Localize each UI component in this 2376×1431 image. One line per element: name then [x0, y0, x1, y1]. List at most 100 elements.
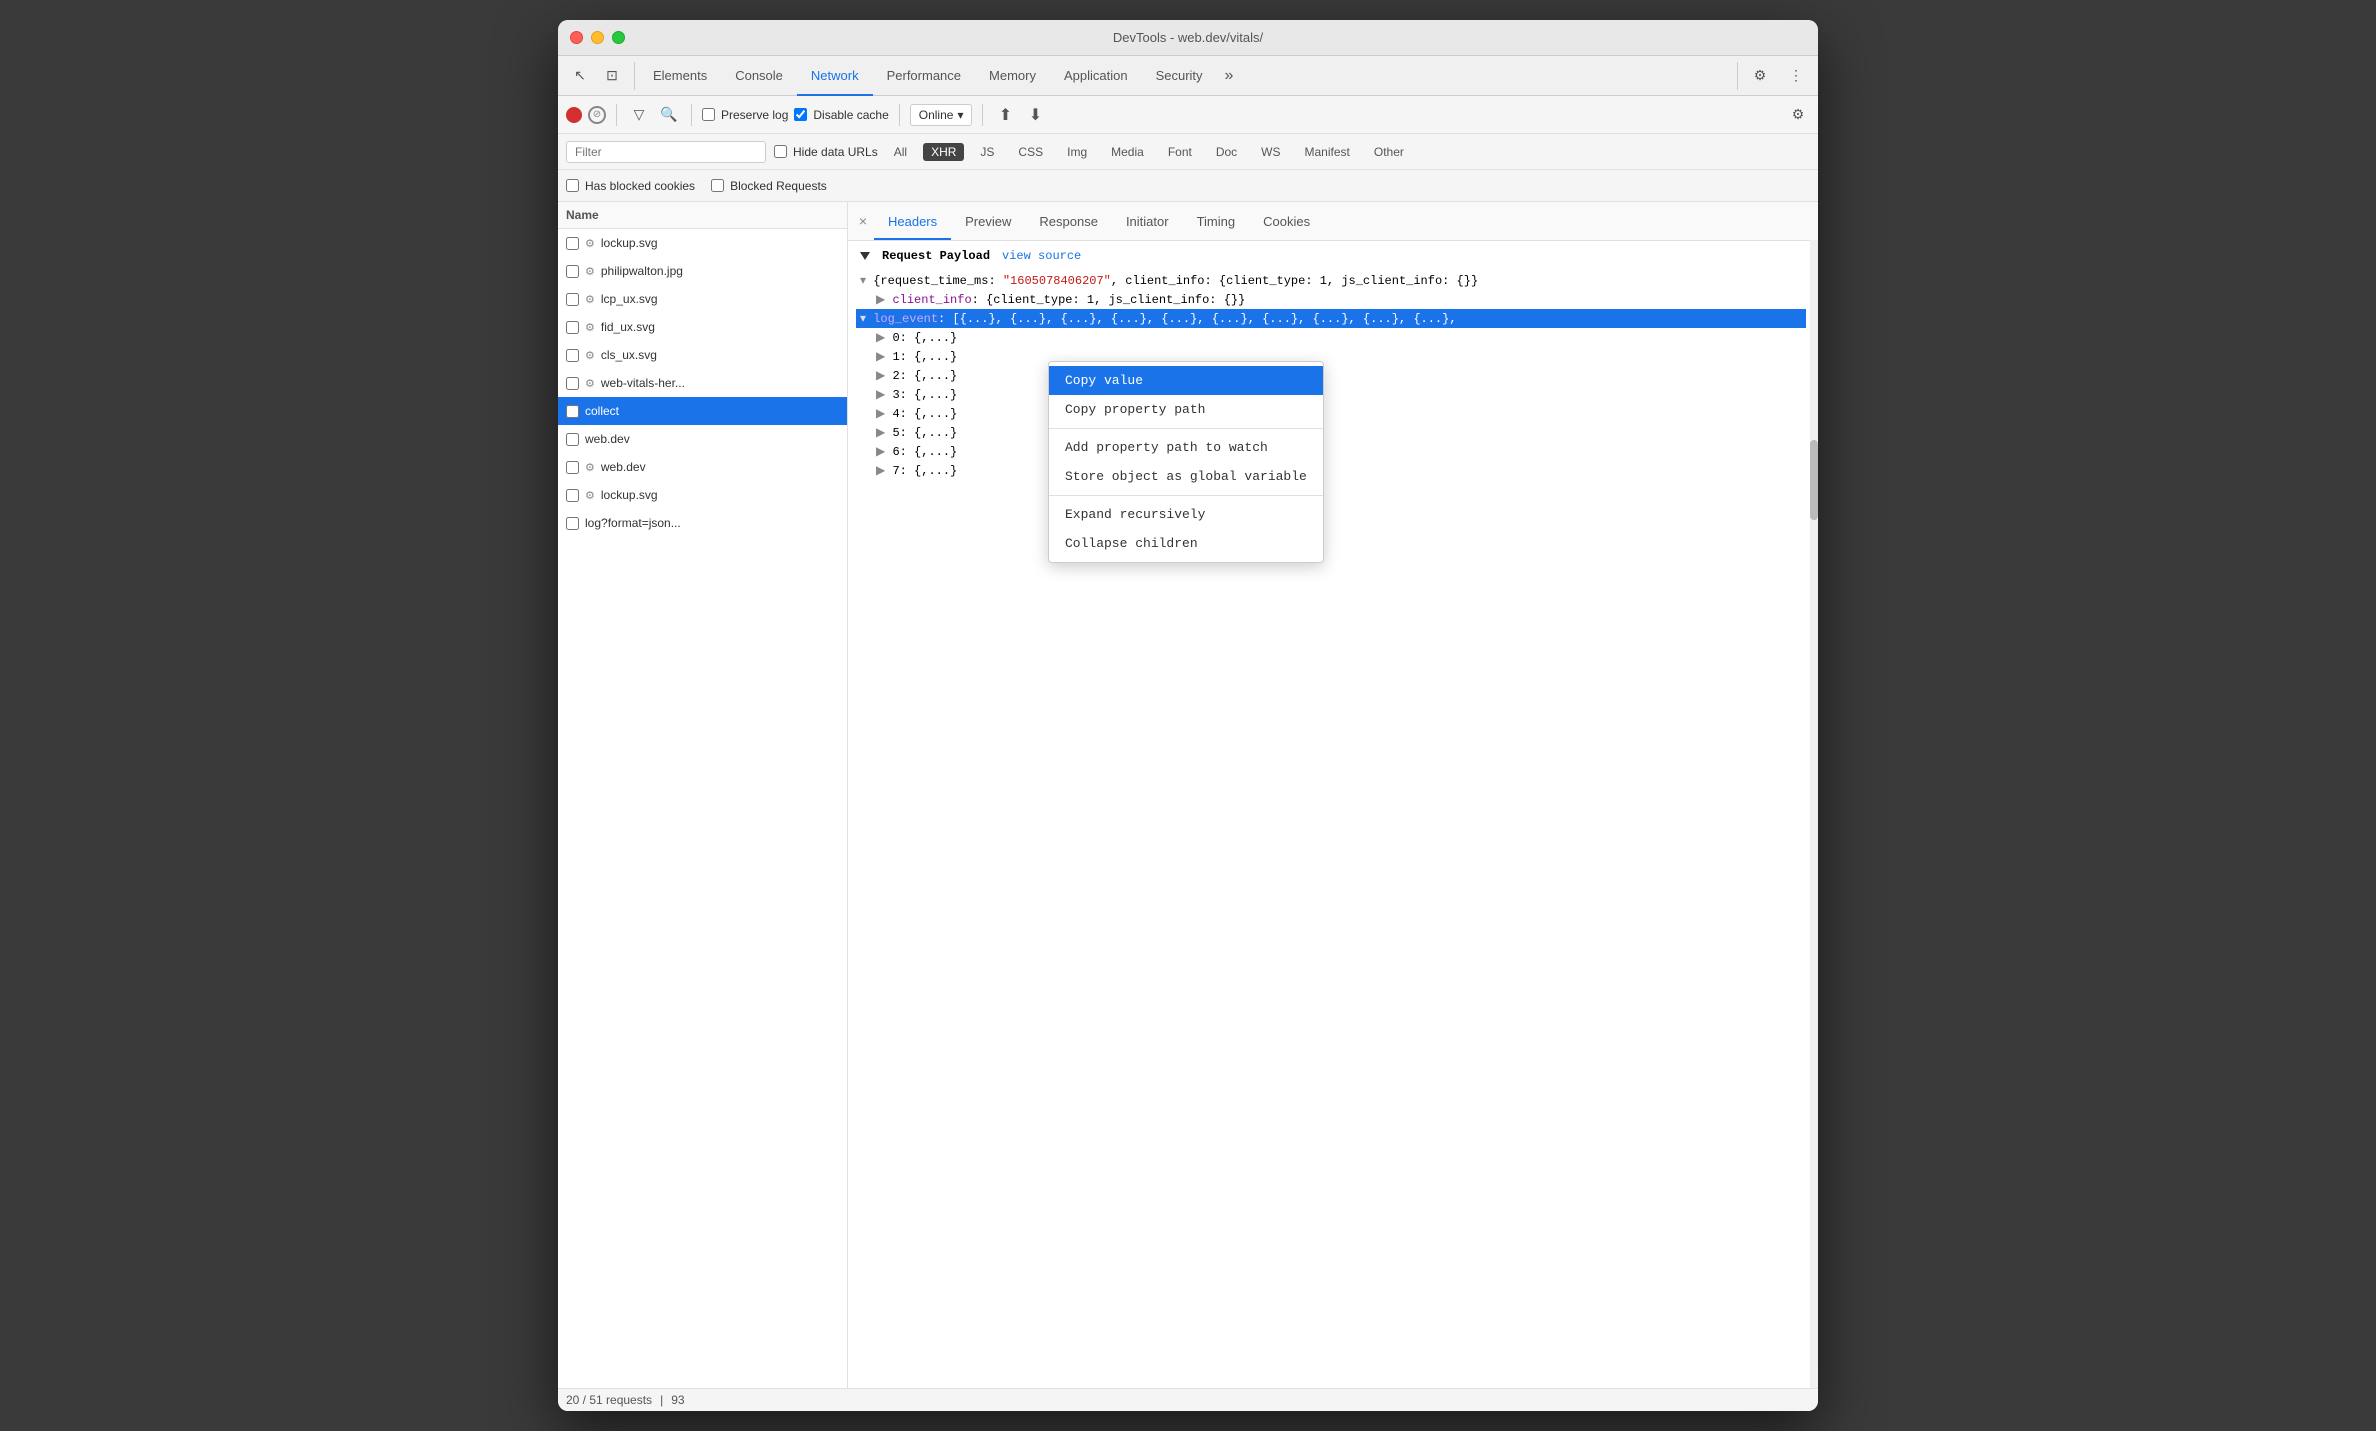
list-item[interactable]: lockup.svg [558, 481, 847, 509]
tab-elements[interactable]: Elements [639, 56, 721, 96]
context-menu-copy-path[interactable]: Copy property path [1049, 395, 1323, 424]
filter-type-manifest[interactable]: Manifest [1297, 143, 1358, 161]
filter-type-xhr[interactable]: XHR [923, 143, 964, 161]
scrollbar-track [1810, 240, 1818, 1388]
file-checkbox[interactable] [566, 461, 579, 474]
list-item[interactable]: philipwalton.jpg [558, 257, 847, 285]
download-icon[interactable]: ⬇ [1023, 103, 1047, 127]
close-button[interactable] [570, 31, 583, 44]
tab-network[interactable]: Network [797, 56, 873, 96]
filter-type-css[interactable]: CSS [1010, 143, 1051, 161]
scrollbar-thumb[interactable] [1810, 440, 1818, 520]
file-checkbox[interactable] [566, 377, 579, 390]
list-item[interactable]: log?format=json... [558, 509, 847, 537]
disable-cache-checkbox[interactable] [794, 108, 807, 121]
upload-icon[interactable]: ⬆ [993, 103, 1017, 127]
tab-initiator[interactable]: Initiator [1112, 202, 1183, 240]
json-item-4[interactable]: ▶ 4: {,...} [876, 404, 1806, 423]
preserve-log-label: Preserve log [721, 108, 788, 122]
list-item[interactable]: lcp_ux.svg [558, 285, 847, 313]
file-checkbox[interactable] [566, 433, 579, 446]
tab-headers[interactable]: Headers [874, 202, 951, 240]
toolbar-icon-group: ↖ ⊡ [566, 62, 635, 90]
record-button[interactable] [566, 107, 582, 123]
gear-icon [585, 489, 595, 502]
blocked-cookies-checkbox[interactable] [566, 179, 579, 192]
settings-icon[interactable]: ⚙ [1746, 62, 1774, 90]
file-checkbox[interactable] [566, 405, 579, 418]
file-checkbox[interactable] [566, 349, 579, 362]
minimize-button[interactable] [591, 31, 604, 44]
list-item[interactable]: web.dev [558, 425, 847, 453]
json-item-7[interactable]: ▶ 7: {,...} [876, 461, 1806, 480]
json-root-line[interactable]: ▾ {request_time_ms: "1605078406207", cli… [860, 271, 1806, 290]
close-panel-button[interactable]: × [852, 202, 874, 240]
tab-security[interactable]: Security [1142, 56, 1217, 96]
hide-data-urls-label[interactable]: Hide data URLs [774, 145, 878, 159]
online-dropdown[interactable]: Online ▾ [910, 104, 973, 126]
list-item[interactable]: fid_ux.svg [558, 313, 847, 341]
json-item-5[interactable]: ▶ 5: {,...} [876, 423, 1806, 442]
list-item[interactable]: web.dev [558, 453, 847, 481]
hide-data-urls-checkbox[interactable] [774, 145, 787, 158]
blocked-cookies-label[interactable]: Has blocked cookies [566, 179, 695, 193]
filter-type-ws[interactable]: WS [1253, 143, 1288, 161]
filter-type-img[interactable]: Img [1059, 143, 1095, 161]
json-client-info-line[interactable]: ▶ client_info: {client_type: 1, js_clien… [876, 290, 1806, 309]
clear-button[interactable]: ⊘ [588, 106, 606, 124]
filter-type-media[interactable]: Media [1103, 143, 1152, 161]
context-menu-copy-value[interactable]: Copy value [1049, 366, 1323, 395]
preserve-log-checkbox-label[interactable]: Preserve log [702, 108, 788, 122]
json-item-6[interactable]: ▶ 6: {,...} [876, 442, 1806, 461]
file-checkbox[interactable] [566, 293, 579, 306]
file-checkbox[interactable] [566, 321, 579, 334]
filter-type-font[interactable]: Font [1160, 143, 1200, 161]
tab-application[interactable]: Application [1050, 56, 1142, 96]
blocked-requests-label[interactable]: Blocked Requests [711, 179, 827, 193]
list-item[interactable]: collect [558, 397, 847, 425]
network-settings-icon[interactable]: ⚙ [1786, 103, 1810, 127]
layers-icon[interactable]: ⊡ [598, 62, 626, 90]
maximize-button[interactable] [612, 31, 625, 44]
view-source-link[interactable]: view source [1002, 249, 1081, 263]
tab-cookies[interactable]: Cookies [1249, 202, 1324, 240]
json-item-1[interactable]: ▶ 1: {,...} [876, 347, 1806, 366]
filter-type-js[interactable]: JS [972, 143, 1002, 161]
gear-icon [585, 377, 595, 390]
json-item-3[interactable]: ▶ 3: {,...} [876, 385, 1806, 404]
list-item[interactable]: lockup.svg [558, 229, 847, 257]
tab-memory[interactable]: Memory [975, 56, 1050, 96]
file-checkbox[interactable] [566, 517, 579, 530]
file-checkbox[interactable] [566, 237, 579, 250]
filter-type-all[interactable]: All [886, 143, 915, 161]
json-item-2[interactable]: ▶ 2: {,...} [876, 366, 1806, 385]
blocked-requests-checkbox[interactable] [711, 179, 724, 192]
tab-performance[interactable]: Performance [873, 56, 975, 96]
file-checkbox[interactable] [566, 489, 579, 502]
context-menu-global-var[interactable]: Store object as global variable [1049, 462, 1323, 491]
preserve-log-checkbox[interactable] [702, 108, 715, 121]
context-menu-collapse[interactable]: Collapse children [1049, 529, 1323, 558]
more-tabs-icon[interactable]: » [1217, 67, 1242, 85]
list-item[interactable]: cls_ux.svg [558, 341, 847, 369]
tab-timing[interactable]: Timing [1183, 202, 1250, 240]
disable-cache-checkbox-label[interactable]: Disable cache [794, 108, 888, 122]
filter-input[interactable] [566, 141, 766, 163]
search-icon[interactable]: 🔍 [657, 103, 681, 127]
tab-console[interactable]: Console [721, 56, 797, 96]
filter-icon[interactable]: ▽ [627, 103, 651, 127]
filter-type-other[interactable]: Other [1366, 143, 1412, 161]
network-sub-toolbar: ⊘ ▽ 🔍 Preserve log Disable cache Online … [558, 96, 1818, 134]
tab-preview[interactable]: Preview [951, 202, 1025, 240]
tab-response[interactable]: Response [1025, 202, 1112, 240]
json-log-event-line[interactable]: ▾ log_event: [{...}, {...}, {...}, {...}… [856, 309, 1806, 328]
list-item[interactable]: web-vitals-her... [558, 369, 847, 397]
file-list-header: Name [558, 202, 847, 229]
file-checkbox[interactable] [566, 265, 579, 278]
filter-type-doc[interactable]: Doc [1208, 143, 1245, 161]
context-menu-expand[interactable]: Expand recursively [1049, 500, 1323, 529]
context-menu-add-watch[interactable]: Add property path to watch [1049, 433, 1323, 462]
cursor-icon[interactable]: ↖ [566, 62, 594, 90]
json-item-0[interactable]: ▶ 0: {,...} [876, 328, 1806, 347]
more-options-icon[interactable]: ⋮ [1782, 62, 1810, 90]
